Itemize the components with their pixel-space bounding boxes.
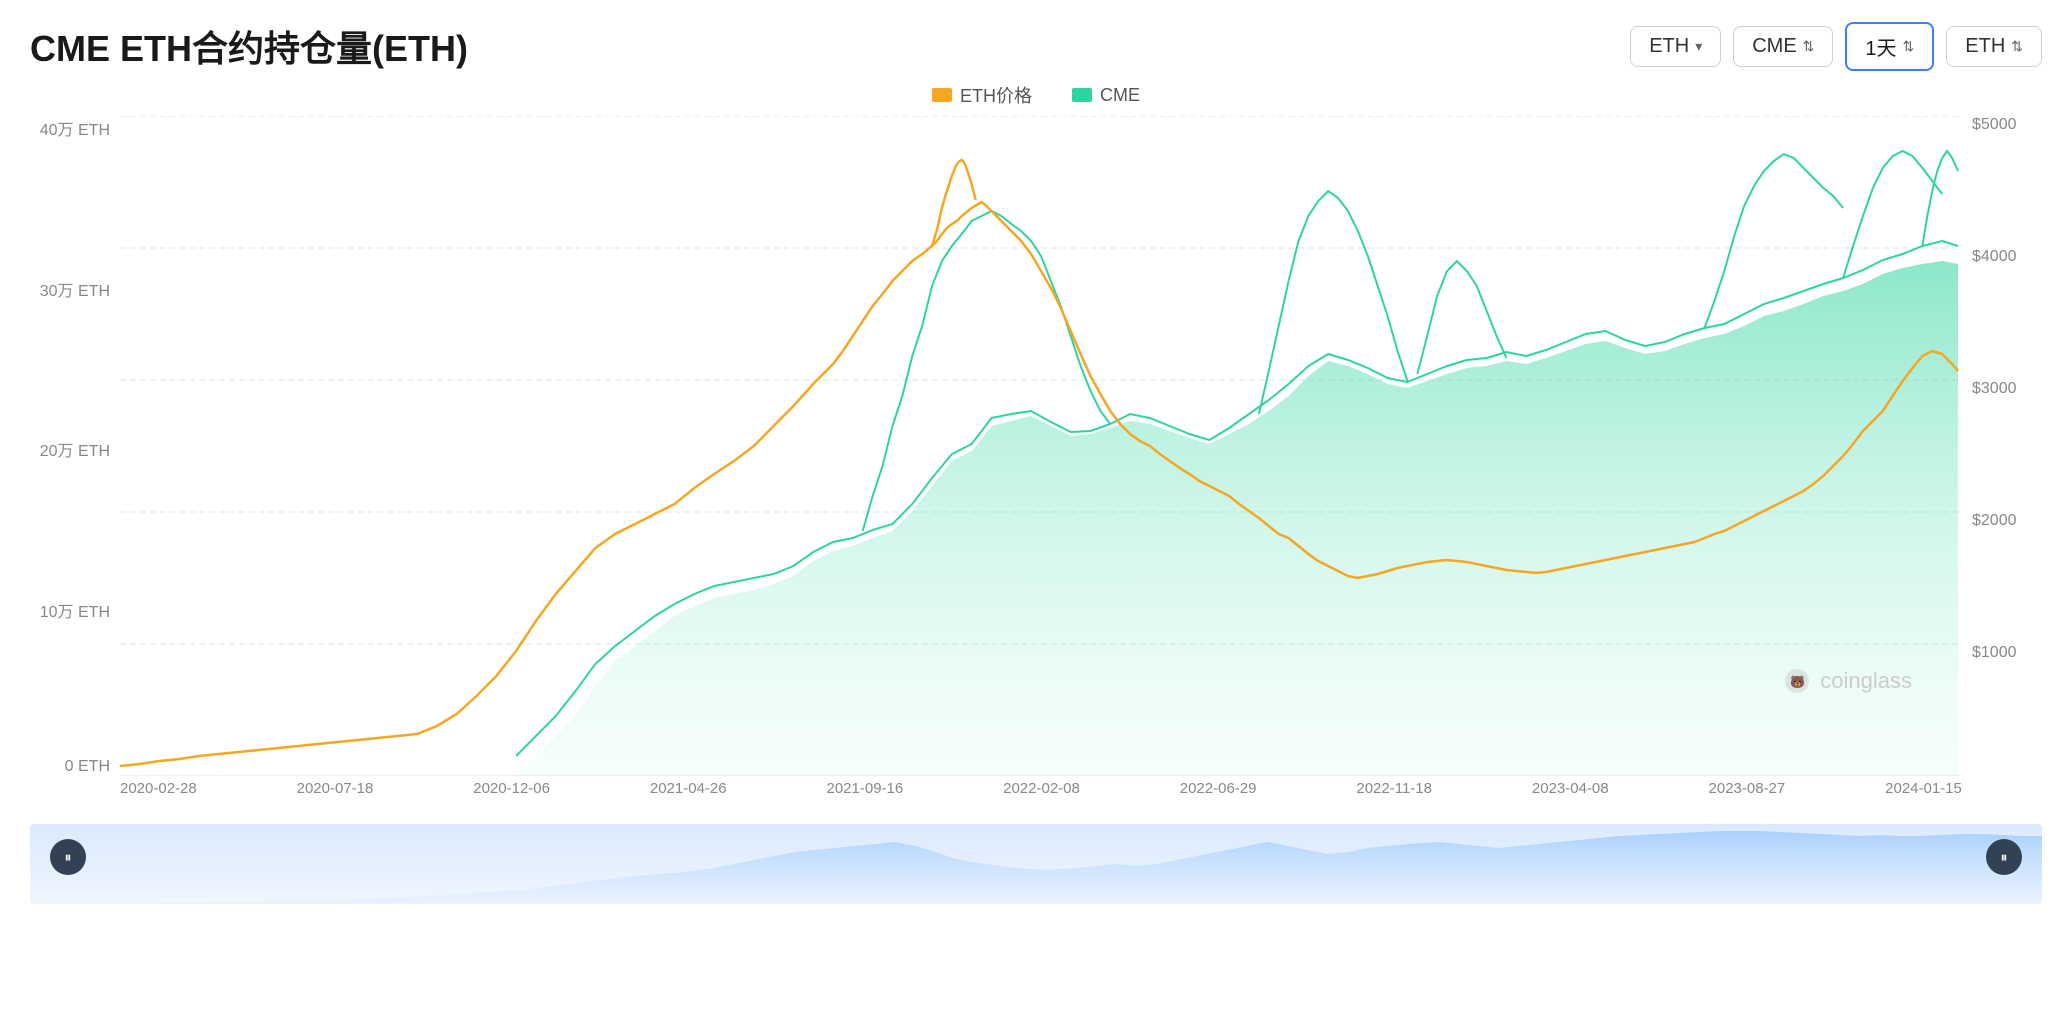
x-label-2: 2020-12-06 [473,780,550,797]
x-label-0: 2020-02-28 [120,780,197,797]
asset-select[interactable]: ETH ▾ [1630,26,1721,67]
y-left-label-2: 20万 ETH [30,437,110,461]
x-label-4: 2021-09-16 [827,780,904,797]
y-right-label-3: $2000 [1972,512,2042,530]
y-axis-right: $5000 $4000 $3000 $2000 $1000 [1962,116,2042,776]
y-left-label-1: 30万 ETH [30,277,110,301]
unit-select[interactable]: ETH ⇅ [1946,26,2042,67]
cme-area [516,261,1958,776]
minimap-left-icon: ⏸ [65,849,72,866]
y-right-label-2: $3000 [1972,380,2042,398]
y-left-label-4: 0 ETH [30,758,110,776]
exchange-spinner-icon: ⇅ [1803,38,1815,55]
minimap-svg [30,824,2042,904]
minimap-handle-right[interactable]: ⏸ [1986,839,2022,875]
legend-item-eth-price: ETH价格 [932,82,1032,108]
x-label-1: 2020-07-18 [297,780,374,797]
exchange-select[interactable]: CME ⇅ [1733,26,1833,67]
unit-spinner-icon: ⇅ [2011,38,2023,55]
svg-text:🐻: 🐻 [1790,674,1805,689]
y-right-label-0: $5000 [1972,116,2042,134]
minimap-container: ⏸ ⏸ [30,824,2042,934]
timeframe-select[interactable]: 1天 ⇅ [1845,22,1934,71]
timeframe-spinner-icon: ⇅ [1903,38,1915,55]
watermark: 🐻 coinglass [1782,666,1912,696]
x-label-10: 2024-01-15 [1885,780,1962,797]
controls-bar: ETH ▾ CME ⇅ 1天 ⇅ ETH ⇅ [1630,22,2042,71]
x-axis: 2020-02-28 2020-07-18 2020-12-06 2021-04… [120,780,1962,816]
main-container: CME ETH合约持仓量(ETH) ETH ▾ CME ⇅ 1天 ⇅ ETH ⇅… [0,0,2072,1012]
eth-price-peak [932,160,976,246]
x-label-8: 2023-04-08 [1532,780,1609,797]
header: CME ETH合约持仓量(ETH) ETH ▾ CME ⇅ 1天 ⇅ ETH ⇅ [30,20,2042,72]
cme-spike-2024b [1922,151,1958,246]
asset-dropdown-icon: ▾ [1695,38,1702,55]
asset-label: ETH [1649,35,1689,58]
y-right-label-1: $4000 [1972,248,2042,266]
legend-item-cme: CME [1072,82,1140,108]
x-label-7: 2022-11-18 [1356,780,1432,797]
y-right-label-4: $1000 [1972,644,2042,662]
main-chart-svg [120,116,1962,776]
page-title: CME ETH合约持仓量(ETH) [30,20,468,72]
x-label-6: 2022-06-29 [1180,780,1257,797]
x-label-3: 2021-04-26 [650,780,727,797]
timeframe-label: 1天 [1865,32,1896,61]
coinglass-logo-icon: 🐻 [1782,666,1812,696]
minimap-right-icon: ⏸ [2001,849,2008,866]
legend-label-cme: CME [1100,85,1140,106]
x-label-5: 2022-02-08 [1003,780,1080,797]
y-left-label-0: 40万 ETH [30,116,110,140]
watermark-text: coinglass [1820,668,1912,694]
legend-dot-eth-price [932,88,952,102]
y-axis-left: 40万 ETH 30万 ETH 20万 ETH 10万 ETH 0 ETH [30,116,120,776]
chart-legend: ETH价格 CME [30,82,2042,108]
y-left-label-3: 10万 ETH [30,598,110,622]
x-label-9: 2023-08-27 [1709,780,1786,797]
exchange-label: CME [1752,35,1796,58]
legend-label-eth-price: ETH价格 [960,82,1032,108]
chart-svg-container [120,116,1962,776]
unit-label: ETH [1965,35,2005,58]
minimap-area [30,831,2042,904]
chart-area: 40万 ETH 30万 ETH 20万 ETH 10万 ETH 0 ETH $5… [30,116,2042,816]
legend-dot-cme [1072,88,1092,102]
minimap-handle-left[interactable]: ⏸ [50,839,86,875]
